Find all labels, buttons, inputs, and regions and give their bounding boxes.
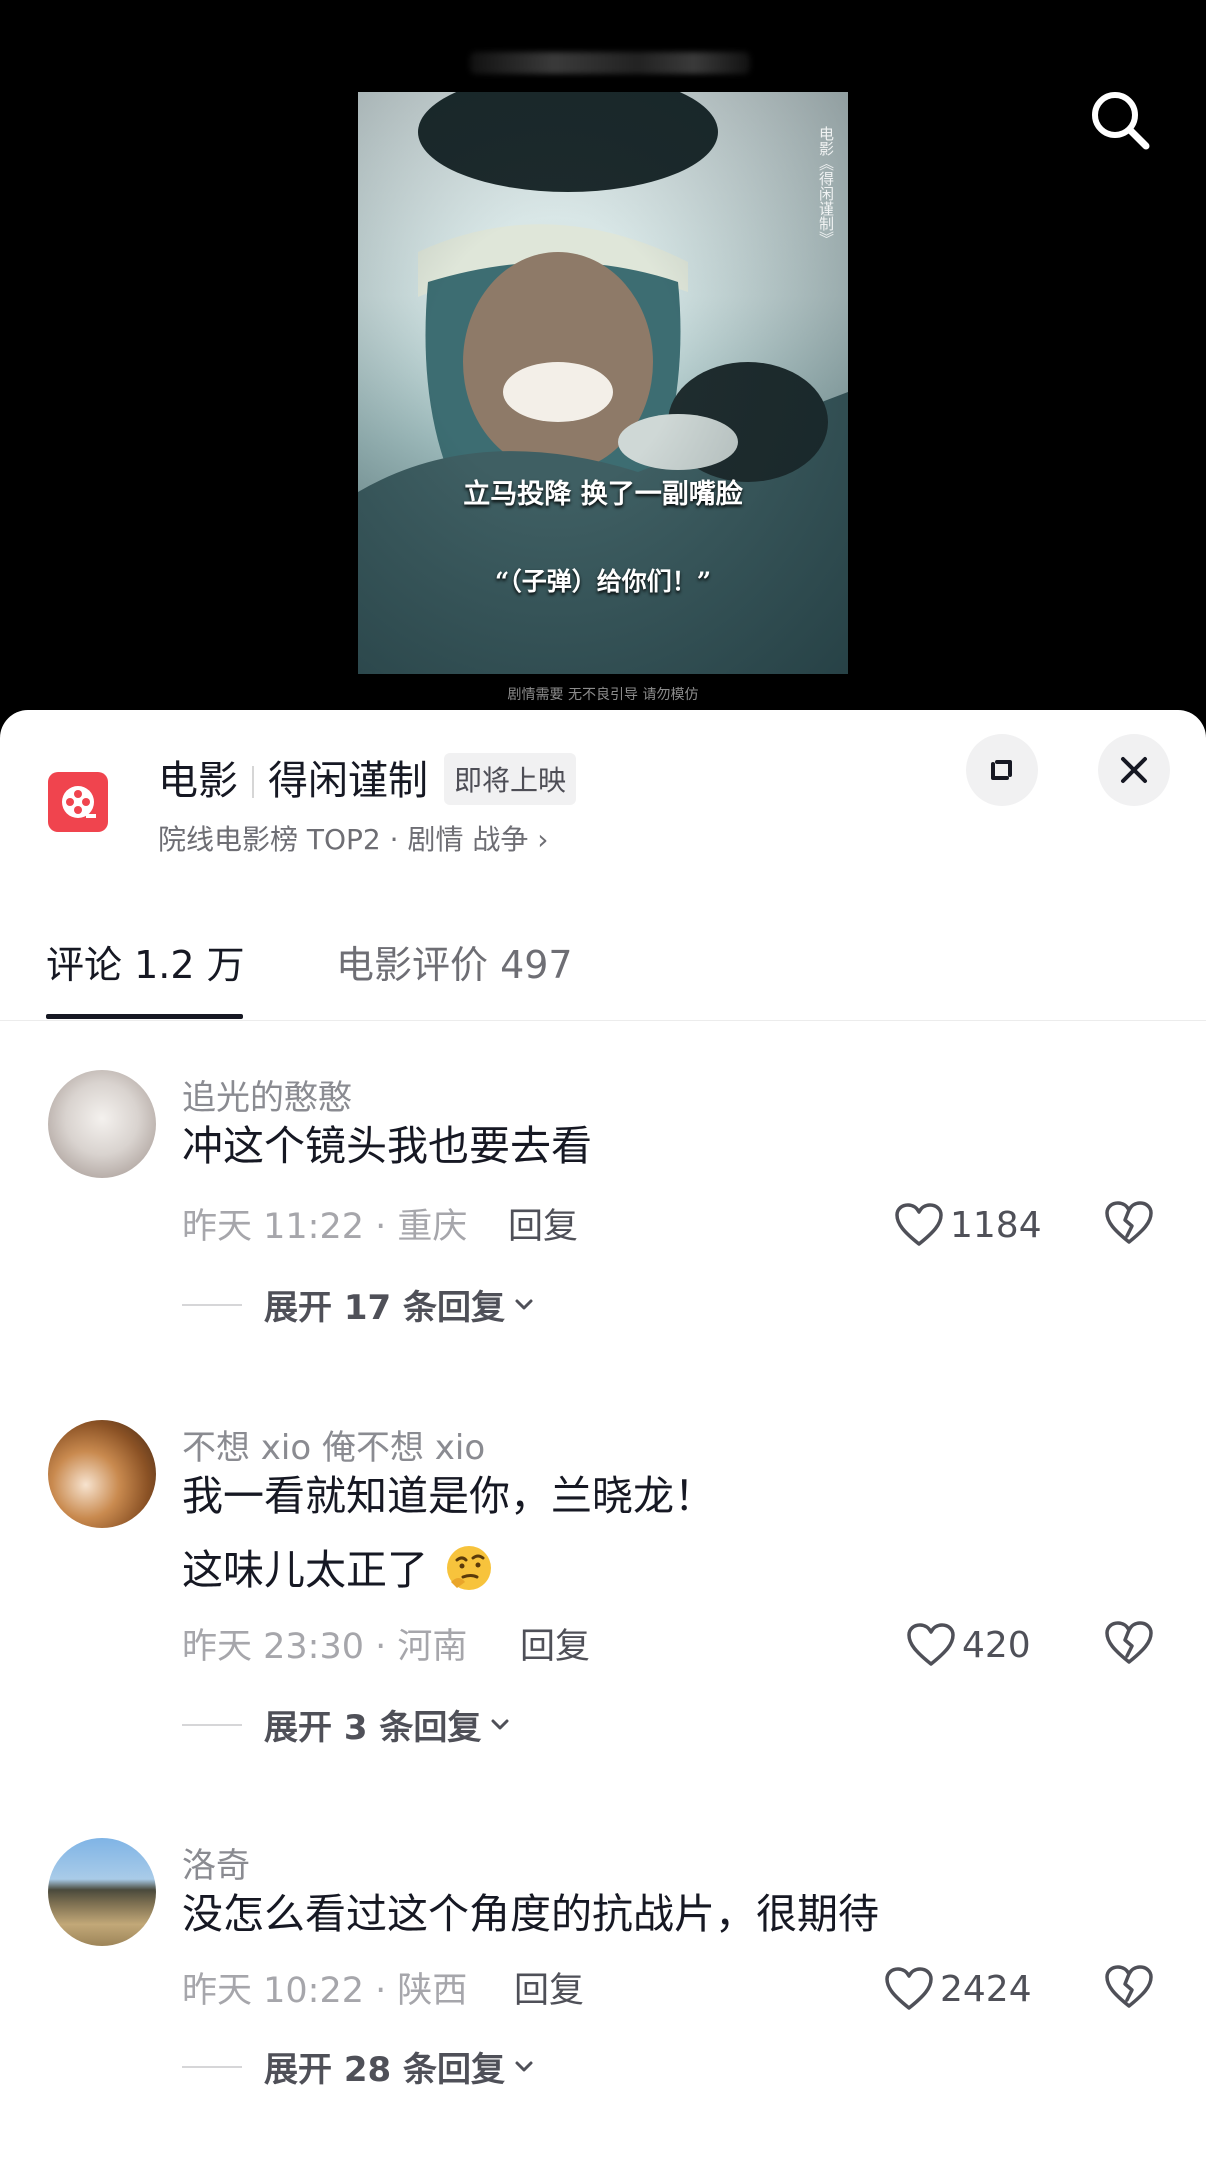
divider-line (182, 1723, 242, 1726)
expand-replies-button[interactable]: 展开 17 条回复 (182, 1280, 537, 1329)
broken-heart-icon (1105, 1201, 1153, 1244)
active-tab-indicator (46, 1014, 243, 1019)
chevron-down-icon (515, 2061, 533, 2071)
avatar[interactable] (48, 1070, 156, 1178)
comment-meta: 昨天 10:22 · 陕西 (182, 1971, 468, 2011)
like-count: 420 (962, 1624, 1031, 1666)
video-player[interactable]: 电影《得闲谨制》 立马投降 换了一副嘴脸 “（子弹）给你们！” 剧情需要 无不良… (0, 0, 1206, 720)
status-badge: 即将上映 (444, 753, 577, 805)
like-button[interactable]: 1184 (894, 1200, 1042, 1250)
video-subtitle-line1: 立马投降 换了一副嘴脸 (463, 479, 743, 510)
title-divider (252, 766, 254, 798)
dislike-button[interactable] (1104, 1620, 1154, 1670)
heart-icon (907, 1623, 955, 1666)
dislike-button[interactable] (1104, 1964, 1154, 2014)
divider-line (182, 1303, 242, 1306)
search-icon (1092, 92, 1150, 150)
tab-comments[interactable]: 评论 1.2 万 (46, 934, 245, 989)
heart-icon (885, 1967, 933, 2010)
broken-heart-icon (1105, 1965, 1153, 2008)
avatar[interactable] (48, 1838, 156, 1946)
expand-replies-label: 展开 28 条回复 (264, 2050, 505, 2090)
reply-button[interactable]: 回复 (514, 1962, 584, 2013)
comment-text-line2-text: 这味儿太正了 (182, 1546, 428, 1594)
comment-text: 冲这个镜头我也要去看 (182, 1122, 592, 1170)
like-count: 2424 (940, 1968, 1032, 2010)
video-watermark: 电影《得闲谨制》 (817, 126, 835, 246)
chevron-down-icon (491, 1719, 509, 1729)
search-button[interactable] (1088, 88, 1152, 152)
comment-text-line1: 我一看就知道是你，兰晓龙！ (182, 1472, 715, 1520)
movie-subtitle-link[interactable]: 院线电影榜 TOP2 · 剧情 战争 › (158, 818, 548, 858)
expand-icon (991, 760, 1012, 780)
reply-button[interactable]: 回复 (520, 1618, 590, 1669)
fullscreen-button[interactable] (966, 734, 1038, 806)
movie-title-row[interactable]: 电影 得闲谨制 即将上映 (158, 748, 577, 806)
expand-replies-button[interactable]: 展开 3 条回复 (182, 1700, 513, 1749)
like-count: 1184 (950, 1204, 1042, 1246)
video-subtitle-line2: “（子弹）给你们！” (494, 567, 712, 596)
heart-icon (895, 1203, 943, 1246)
expand-replies-button[interactable]: 展开 28 条回复 (182, 2042, 537, 2091)
comment-username[interactable]: 追光的憨憨 (182, 1070, 352, 1119)
expand-replies-label: 展开 17 条回复 (264, 1288, 505, 1328)
comment-username[interactable]: 洛奇 (182, 1838, 250, 1887)
comment-meta: 昨天 23:30 · 河南 (182, 1627, 468, 1667)
divider-line (182, 2065, 242, 2068)
tab-bar: 评论 1.2 万 电影评价 497 (0, 920, 1206, 1021)
thinking-face-emoji (447, 1546, 492, 1590)
tab-movie-reviews[interactable]: 电影评价 497 (336, 934, 573, 989)
close-button[interactable] (1098, 734, 1170, 806)
reply-button[interactable]: 回复 (508, 1198, 578, 1249)
dislike-button[interactable] (1104, 1200, 1154, 1250)
video-frame: 电影《得闲谨制》 立马投降 换了一副嘴脸 “（子弹）给你们！” (358, 92, 848, 674)
film-reel-icon[interactable] (48, 772, 108, 832)
close-icon (1121, 757, 1147, 783)
comment-username[interactable]: 不想 xio 俺不想 xio (182, 1420, 485, 1469)
chevron-down-icon (515, 1299, 533, 1309)
comment-text-line2: 这味儿太正了 (182, 1542, 495, 1595)
comment-text: 没怎么看过这个角度的抗战片，很期待 (182, 1890, 879, 1938)
avatar[interactable] (48, 1420, 156, 1528)
broken-heart-icon (1105, 1621, 1153, 1664)
video-disclaimer: 剧情需要 无不良引导 请勿模仿 (507, 687, 699, 703)
movie-category: 电影 (158, 758, 238, 804)
comment-meta: 昨天 11:22 · 重庆 (182, 1207, 468, 1247)
blurred-caption (470, 52, 750, 74)
like-button[interactable]: 2424 (884, 1964, 1032, 2014)
expand-replies-label: 展开 3 条回复 (264, 1708, 482, 1748)
like-button[interactable]: 420 (906, 1620, 1031, 1670)
comment-sheet: 电影 得闲谨制 即将上映 院线电影榜 TOP2 · 剧情 战争 › 评论 1.2 万… (0, 710, 1206, 2162)
movie-title: 得闲谨制 (268, 758, 428, 804)
